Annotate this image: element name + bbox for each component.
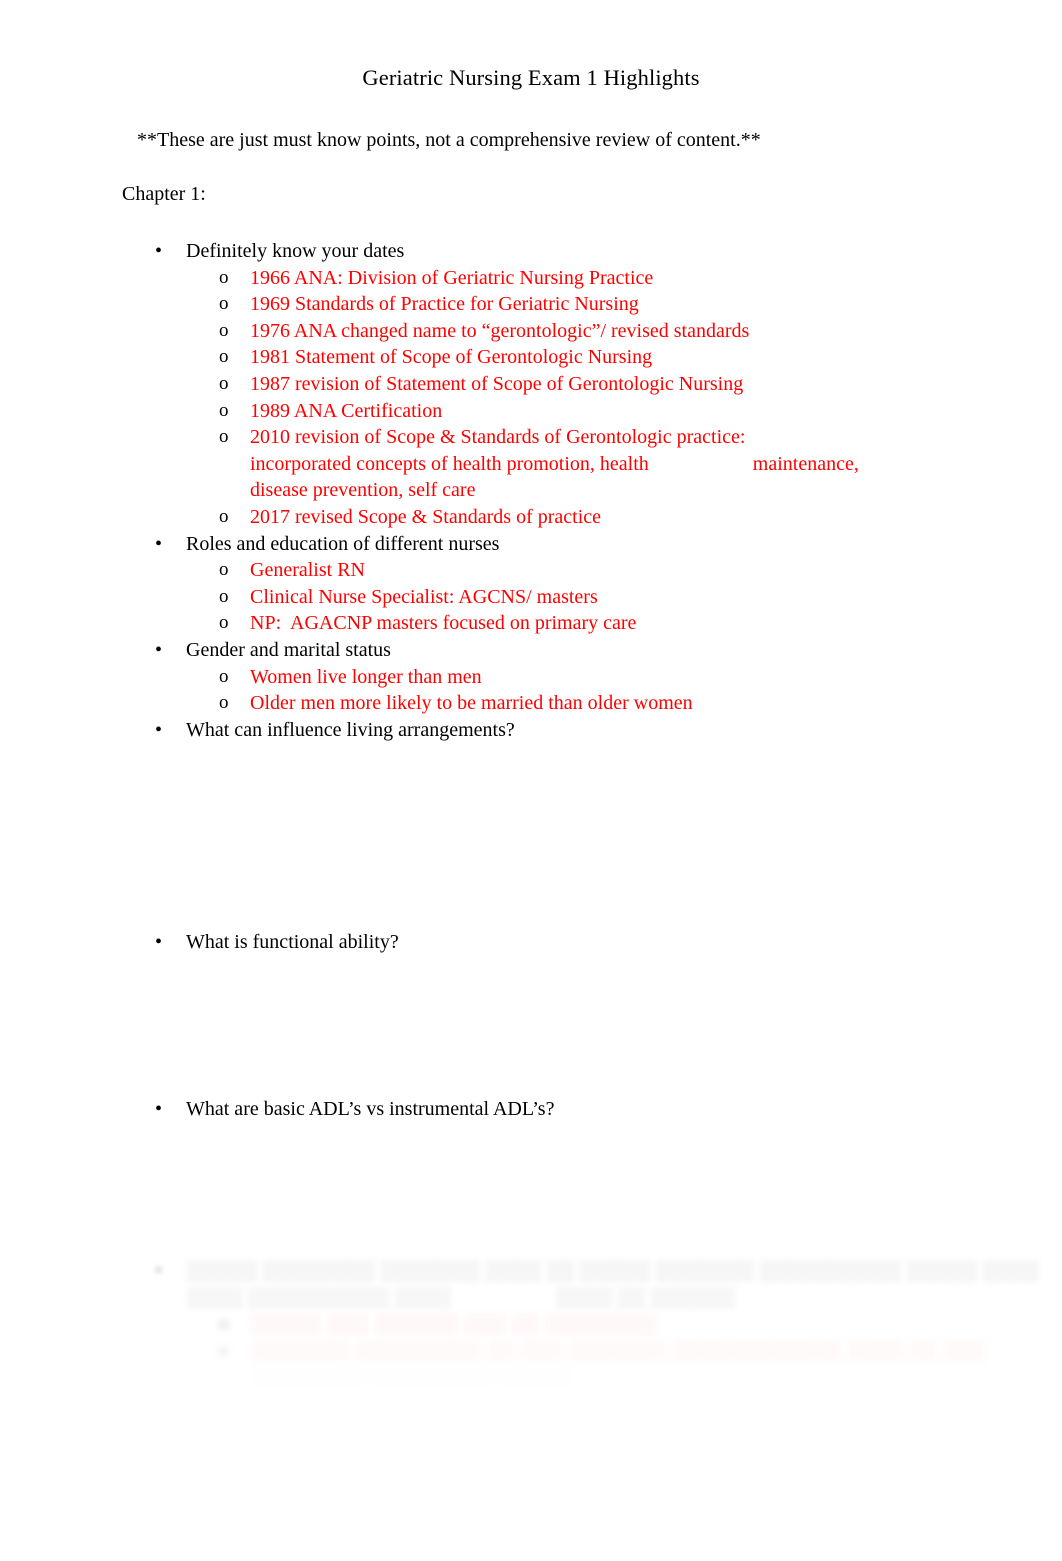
faded-sub-item-line-2: ░░░░░░░░ ░░░░░░░░░ ░░░░░	[250, 1366, 572, 1389]
list-item-functional-ability: • What is functional ability?	[0, 929, 1062, 956]
sub-item-1981: o 1981 Statement of Scope of Gerontologi…	[0, 344, 1062, 371]
sub-bullet-icon: o	[219, 266, 229, 288]
bullet-icon: •	[155, 532, 163, 555]
bullet-icon: •	[155, 1260, 163, 1282]
document-page: Geriatric Nursing Exam 1 Highlights **Th…	[0, 0, 1062, 1561]
sub-item-1987: o 1987 revision of Statement of Scope of…	[0, 371, 1062, 398]
sub-item-line-1: 2010 revision of Scope & Standards of Ge…	[250, 426, 746, 449]
sub-bullet-icon: o	[219, 372, 229, 394]
list-item-dates: • Definitely know your dates	[0, 238, 1062, 265]
sub-bullet-icon: o	[219, 585, 229, 607]
sub-item-label: 1969 Standards of Practice for Geriatric…	[250, 293, 639, 316]
sub-item-women-live-longer: o Women live longer than men	[0, 664, 1062, 691]
sub-item-label: Women live longer than men	[250, 665, 482, 688]
list-item-gender: • Gender and marital status	[0, 637, 1062, 664]
faded-line-2-part-b: ░░░░ ░░ ░░░░░░	[555, 1286, 736, 1309]
sub-item-1976: o 1976 ANA changed name to “gerontologic…	[0, 318, 1062, 345]
bullet-icon: •	[155, 1097, 163, 1120]
list-item-roles: • Roles and education of different nurse…	[0, 531, 1062, 558]
sub-item-1989: o 1989 ANA Certification	[0, 398, 1062, 425]
sub-item-label: 1981 Statement of Scope of Gerontologic …	[250, 346, 653, 369]
sub-item-2017: o 2017 revised Scope & Standards of prac…	[0, 504, 1062, 531]
sub-bullet-icon: o	[219, 293, 229, 315]
sub-bullet-icon: o	[219, 612, 229, 634]
intro-note: **These are just must know points, not a…	[137, 129, 761, 151]
faded-sub-item-line-1: ░░░░░░░ ░░░░░░░░░ ░░ ░░░ ░░░░░░░ ░░░░░░░…	[250, 1339, 985, 1362]
sub-item-np-text: AGACNP masters focused on primary care	[290, 612, 637, 635]
list-item-label: What is functional ability?	[186, 931, 399, 954]
faded-sub-item-label: ░░░░░ ░░░ ░░░░░░ ░░░ ░░ ░░░░░░░░	[250, 1313, 658, 1336]
faded-line-2-part-a: ░░░░ ░░░░░░░░░░ ░░░░	[186, 1286, 452, 1309]
list-item-label: What are basic ADL’s vs instrumental ADL…	[186, 1097, 555, 1120]
sub-item-np: o NP: AGACNP masters focused on primary …	[0, 610, 1062, 637]
list-item-label: Roles and education of different nurses	[186, 532, 500, 555]
sub-item-label: 1976 ANA changed name to “gerontologic”/…	[250, 319, 750, 342]
sub-bullet-icon: o	[219, 426, 229, 448]
sub-bullet-icon: o	[219, 319, 229, 341]
list-item-label: Definitely know your dates	[186, 240, 405, 262]
outline-list: • Definitely know your dates o 1966 ANA:…	[0, 238, 1062, 1122]
faded-line-1: ░░░░░ ░░░░░░░░ ░░░░░░░ ░░░░ ░░ ░░░░░ ░░░…	[186, 1260, 1039, 1282]
sub-item-line-2-part-a: incorporated concepts of health promotio…	[250, 452, 649, 475]
sub-bullet-icon: o	[219, 665, 229, 687]
sub-item-label: 1987 revision of Statement of Scope of G…	[250, 372, 744, 395]
sub-item-label: 1989 ANA Certification	[250, 399, 443, 422]
page-title: Geriatric Nursing Exam 1 Highlights	[362, 65, 700, 90]
list-item-living-arrangements: • What can influence living arrangements…	[0, 717, 1062, 744]
sub-item-1969: o 1969 Standards of Practice for Geriatr…	[0, 291, 1062, 318]
sub-bullet-icon: o	[219, 692, 229, 714]
sub-item-label: 1966 ANA: Division of Geriatric Nursing …	[250, 266, 654, 289]
sub-item-older-men-married: o Older men more likely to be married th…	[0, 690, 1062, 717]
sub-item-label: 2017 revised Scope & Standards of practi…	[250, 505, 602, 528]
faded-sub-item-1: o ░░░░░ ░░░ ░░░░░░ ░░░ ░░ ░░░░░░░░	[0, 1311, 1062, 1338]
sub-item-clinical-nurse-specialist: o Clinical Nurse Specialist: AGCNS/ mast…	[0, 584, 1062, 611]
faded-cutoff-block: • ░░░░░ ░░░░░░░░ ░░░░░░░ ░░░░ ░░ ░░░░░ ░…	[0, 1258, 1062, 1391]
sub-item-line-3: disease prevention, self care	[250, 479, 476, 502]
sub-bullet-icon: o	[219, 1313, 229, 1335]
sub-item-generalist-rn: o Generalist RN	[0, 557, 1062, 584]
sub-item-label: Clinical Nurse Specialist: AGCNS/ master…	[250, 585, 598, 608]
list-item-label: What can influence living arrangements?	[186, 718, 515, 741]
answer-space	[0, 743, 1062, 929]
bullet-icon: •	[155, 931, 163, 954]
sub-item-1966: o 1966 ANA: Division of Geriatric Nursin…	[0, 265, 1062, 292]
sub-bullet-icon: o	[219, 1339, 229, 1361]
faded-sub-item-2: o ░░░░░░░ ░░░░░░░░░ ░░ ░░░ ░░░░░░░ ░░░░░…	[0, 1338, 1062, 1391]
sub-bullet-icon: o	[219, 399, 229, 421]
sub-item-2010: o 2010 revision of Scope & Standards of …	[0, 424, 1062, 504]
faded-list-item: • ░░░░░ ░░░░░░░░ ░░░░░░░ ░░░░ ░░ ░░░░░ ░…	[0, 1258, 1062, 1311]
list-item-adl: • What are basic ADL’s vs instrumental A…	[0, 1096, 1062, 1123]
bullet-icon: •	[155, 638, 163, 661]
bullet-icon: •	[155, 240, 163, 262]
chapter-heading: Chapter 1:	[122, 183, 206, 205]
sub-item-label: Generalist RN	[250, 559, 365, 582]
bullet-icon: •	[155, 718, 163, 741]
sub-item-line-2: incorporated concepts of health promotio…	[250, 451, 1062, 478]
sub-item-line-2-part-b: maintenance,	[752, 452, 859, 475]
faded-line-2: ░░░░ ░░░░░░░░░░ ░░░░ ░░░░ ░░ ░░░░░░	[186, 1287, 735, 1309]
sub-bullet-icon: o	[219, 505, 229, 527]
sub-bullet-icon: o	[219, 346, 229, 368]
sub-item-np-prefix: NP:	[250, 612, 282, 635]
sub-item-label: Older men more likely to be married than…	[250, 692, 693, 715]
list-item-label: Gender and marital status	[186, 638, 391, 661]
sub-bullet-icon: o	[219, 559, 229, 581]
answer-space	[0, 956, 1062, 1096]
